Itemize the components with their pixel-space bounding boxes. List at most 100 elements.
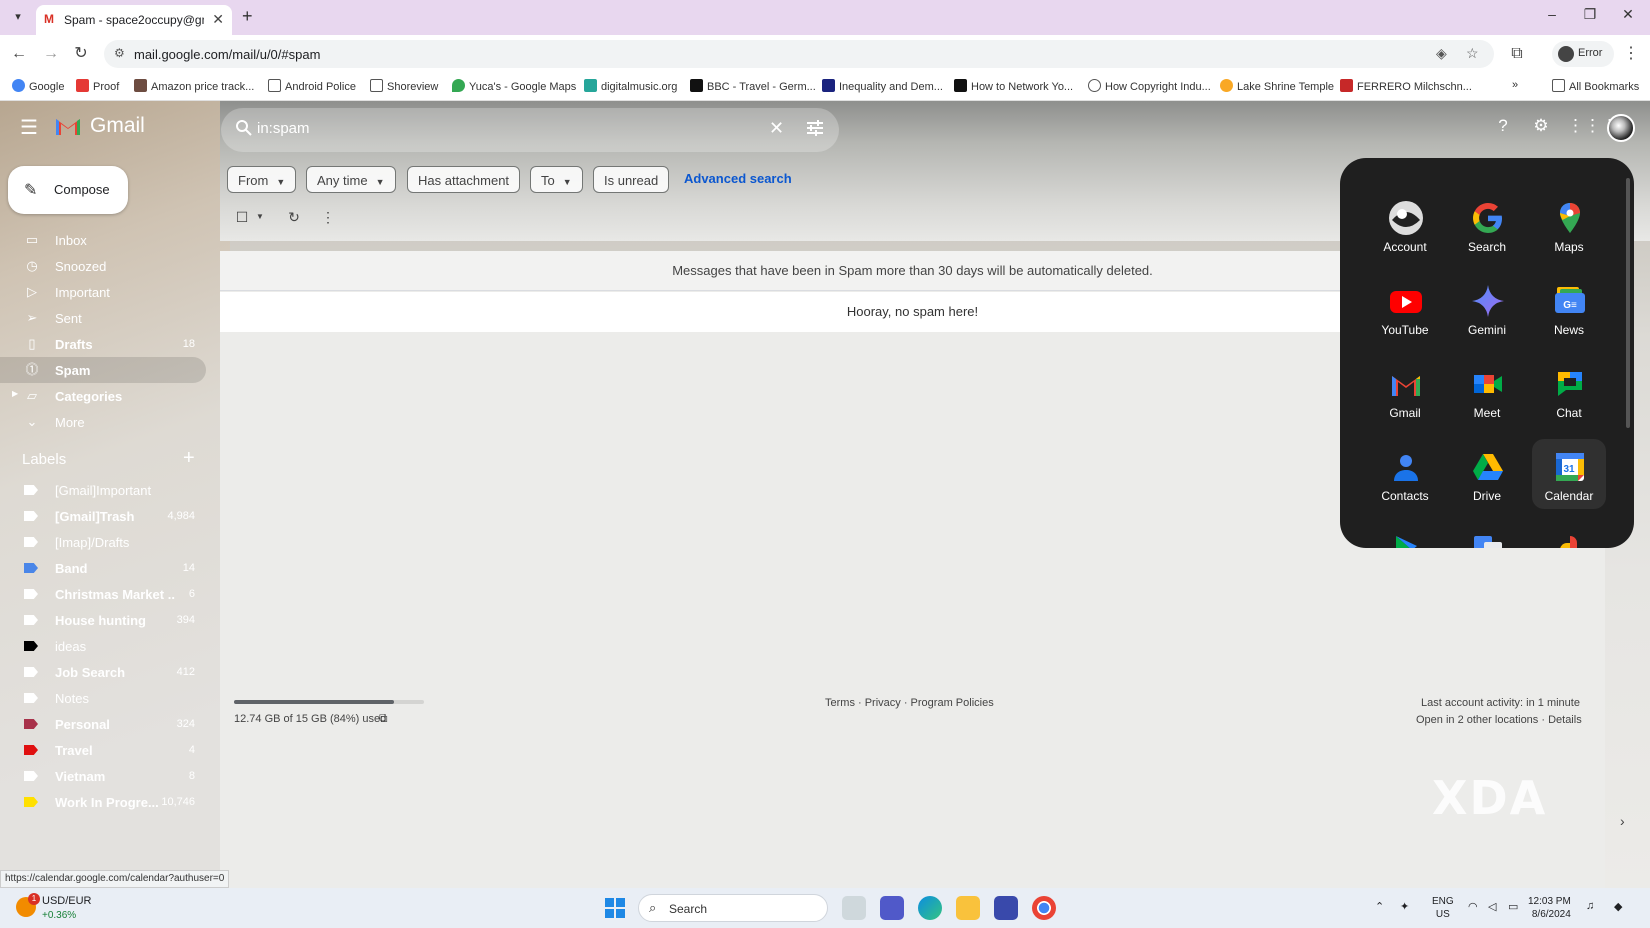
more-options-icon[interactable]: ⋮ <box>318 207 338 227</box>
apps-grid-icon[interactable]: ⋮⋮⋮ <box>1567 114 1618 138</box>
nav-inbox[interactable]: ▭ Inbox <box>0 227 206 253</box>
account-activity-details[interactable]: Open in 2 other locations · Details <box>1416 714 1582 726</box>
app-translate[interactable] <box>1450 522 1524 548</box>
volume-icon[interactable]: ◁ <box>1488 900 1496 913</box>
minimize-icon[interactable]: – <box>1540 6 1564 22</box>
forward-icon[interactable]: → <box>40 43 62 65</box>
label-item[interactable]: Notes <box>0 685 206 711</box>
nav-important[interactable]: ▷ Important <box>0 279 206 305</box>
app-meet[interactable]: Meet <box>1450 356 1524 426</box>
app-gmail[interactable]: Gmail <box>1368 356 1442 426</box>
clear-search-icon[interactable]: ✕ <box>769 118 784 139</box>
label-item[interactable]: Travel 4 <box>0 737 206 763</box>
close-window-icon[interactable]: ✕ <box>1616 6 1640 23</box>
nav-snoozed[interactable]: ◷ Snoozed <box>0 253 206 279</box>
reload-icon[interactable]: ↻ <box>70 43 92 65</box>
filter-any-time[interactable]: Any time ▼ <box>306 166 396 193</box>
bookmark-item[interactable]: Yuca's - Google Maps <box>452 79 576 93</box>
app-calendar[interactable]: 31 Calendar <box>1532 439 1606 509</box>
label-item[interactable]: ideas <box>0 633 206 659</box>
more-bookmarks-icon[interactable]: » <box>1512 79 1518 91</box>
bookmark-item[interactable]: Amazon price track... <box>134 79 254 93</box>
external-link-icon[interactable]: ⧉ <box>379 711 388 726</box>
bookmark-item[interactable]: Inequality and Dem... <box>822 79 943 93</box>
main-menu-icon[interactable]: ☰ <box>20 115 38 140</box>
bookmark-item[interactable]: digitalmusic.org <box>584 79 677 93</box>
ticker-name[interactable]: USD/EUR <box>42 895 92 907</box>
bookmark-folder[interactable]: Shoreview <box>370 79 438 93</box>
teams-icon[interactable] <box>880 896 904 920</box>
tab-close-icon[interactable]: ✕ <box>212 11 224 28</box>
nav-categories[interactable]: ▶ ▱ Categories <box>0 383 206 409</box>
taskbar-search[interactable]: ⌕ Search <box>638 894 828 922</box>
input-language[interactable]: ENG US <box>1432 895 1454 921</box>
bookmark-item[interactable]: Lake Shrine Temple <box>1220 79 1334 93</box>
battery-icon[interactable]: ▭ <box>1508 900 1518 913</box>
refresh-icon[interactable]: ↻ <box>284 207 304 227</box>
restore-icon[interactable]: ❐ <box>1578 6 1602 23</box>
app-play[interactable] <box>1368 522 1442 548</box>
search-input[interactable]: in:spam <box>257 120 310 137</box>
footer-links[interactable]: Terms · Privacy · Program Policies <box>825 697 994 709</box>
label-item[interactable]: Vietnam 8 <box>0 763 206 789</box>
settings-gear-icon[interactable]: ⚙ <box>1529 114 1553 138</box>
expand-arrow-icon[interactable]: ▶ <box>12 389 18 398</box>
url-text[interactable]: mail.google.com/mail/u/0/#spam <box>134 47 320 62</box>
filter-is-unread[interactable]: Is unread <box>593 166 670 193</box>
browser-menu-icon[interactable]: ⋮ <box>1620 43 1642 65</box>
add-label-icon[interactable]: + <box>183 447 195 470</box>
nav-sent[interactable]: ➢ Sent <box>0 305 206 331</box>
profile-button[interactable]: Error <box>1552 41 1614 67</box>
clock[interactable]: 12:03 PM 8/6/2024 <box>1528 895 1571 921</box>
edge-icon[interactable] <box>918 896 942 920</box>
app-youtube[interactable]: YouTube <box>1368 273 1442 343</box>
file-explorer-icon[interactable] <box>956 896 980 920</box>
compose-button[interactable]: ✎ Compose <box>8 166 128 214</box>
new-tab-icon[interactable]: + <box>242 6 253 27</box>
eye-icon[interactable]: ◈ <box>1436 45 1447 62</box>
help-icon[interactable]: ? <box>1491 114 1515 138</box>
label-item[interactable]: [Imap]/Drafts <box>0 529 206 555</box>
copilot-icon[interactable]: ◆ <box>1614 900 1622 913</box>
bookmark-star-icon[interactable]: ☆ <box>1466 45 1479 62</box>
bookmark-item[interactable]: How Copyright Indu... <box>1088 79 1211 93</box>
filter-has-attachment[interactable]: Has attachment <box>407 166 521 193</box>
label-item[interactable]: Work In Progre... 10,746 <box>0 789 206 815</box>
app-search[interactable]: Search <box>1450 190 1524 260</box>
chrome-icon[interactable] <box>1032 896 1056 920</box>
bookmark-item[interactable]: Proof <box>76 79 119 93</box>
windows-start-icon[interactable] <box>605 898 625 918</box>
app-contacts[interactable]: Contacts <box>1368 439 1442 509</box>
app-icon[interactable] <box>994 896 1018 920</box>
app-photos[interactable] <box>1532 522 1606 548</box>
address-bar[interactable]: ⚙ mail.google.com/mail/u/0/#spam ◈ ☆ <box>104 40 1494 68</box>
mail-search-bar[interactable]: in:spam ✕ <box>221 108 839 152</box>
side-panel-toggle-icon[interactable]: › <box>1620 813 1625 829</box>
select-dropdown-icon[interactable]: ▼ <box>250 207 270 227</box>
extensions-icon[interactable]: ⧉ <box>1506 43 1528 65</box>
show-hidden-icons[interactable]: ⌃ <box>1375 900 1384 913</box>
app-gemini[interactable]: Gemini <box>1450 273 1524 343</box>
app-account[interactable]: Account <box>1368 190 1442 260</box>
search-icon[interactable] <box>235 119 253 137</box>
tray-app-icon[interactable]: ✦ <box>1400 900 1409 913</box>
label-item[interactable]: Personal 324 <box>0 711 206 737</box>
back-icon[interactable]: ← <box>8 43 30 65</box>
notifications-bell-icon[interactable]: ♫ <box>1586 900 1594 912</box>
account-avatar[interactable] <box>1607 114 1635 142</box>
label-item[interactable]: [Gmail]Important <box>0 477 206 503</box>
nav-spam[interactable]: ⓵ Spam <box>0 357 206 383</box>
task-view-icon[interactable] <box>842 896 866 920</box>
filter-from[interactable]: From ▼ <box>227 166 297 193</box>
wifi-icon[interactable]: ◠ <box>1468 900 1478 913</box>
all-bookmarks[interactable]: All Bookmarks <box>1552 79 1639 93</box>
tab-search-chevron-icon[interactable]: ▾ <box>6 6 30 28</box>
search-options-icon[interactable] <box>805 118 825 138</box>
bookmark-item[interactable]: BBC - Travel - Germ... <box>690 79 816 93</box>
app-news[interactable]: G≡ News <box>1532 273 1606 343</box>
advanced-search-link[interactable]: Advanced search <box>684 171 792 186</box>
label-item[interactable]: Job Search 412 <box>0 659 206 685</box>
label-item[interactable]: House hunting 394 <box>0 607 206 633</box>
apps-menu-scrollbar[interactable] <box>1626 178 1630 428</box>
nav-more[interactable]: ⌄ More <box>0 409 206 435</box>
